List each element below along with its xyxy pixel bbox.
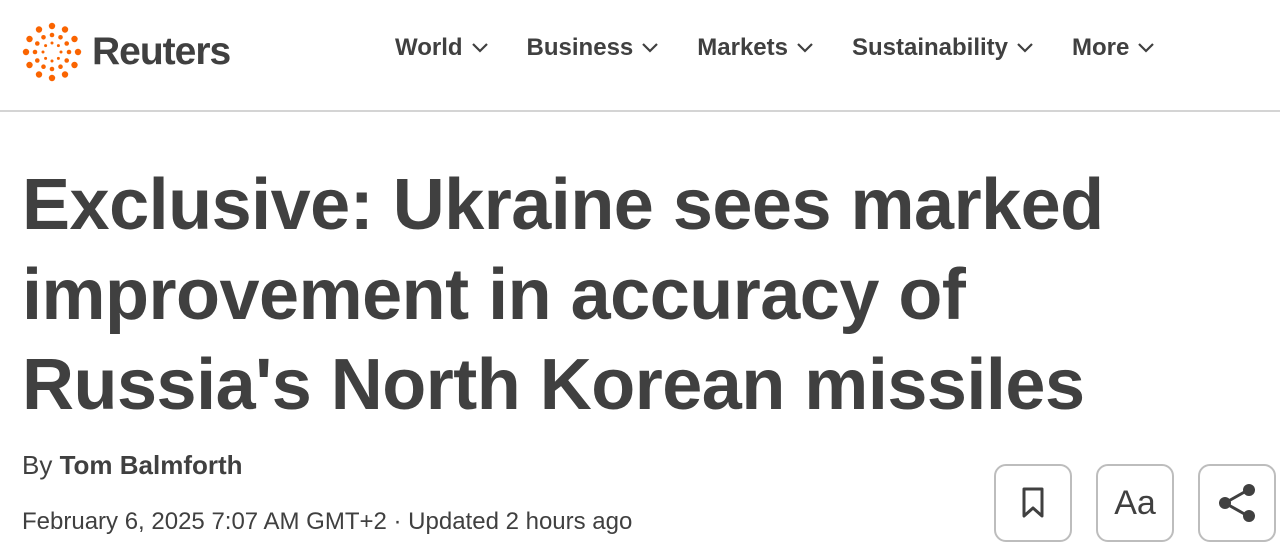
bookmark-icon [1022,487,1044,518]
share-button[interactable] [1198,464,1276,542]
bookmark-button[interactable] [994,464,1072,542]
author-link[interactable]: Tom Balmforth [60,450,243,480]
font-size-button[interactable]: Aa [1096,464,1174,542]
nav-item-label: Sustainability [851,34,1009,61]
main-nav: World Business Markets Sustainability Mo… [395,34,1193,62]
reuters-logo-icon [22,22,82,82]
nav-item-label: Markets [697,34,788,61]
site-header: Reuters World Business Markets Sustainab… [0,0,1280,112]
reuters-logo[interactable]: Reuters [22,21,231,83]
font-size-label: Aa [1114,483,1156,522]
nav-item-label: More [1072,34,1130,61]
chevron-down-icon [642,43,659,53]
nav-item-label: Business [526,34,634,61]
chevron-down-icon [797,43,813,53]
chevron-down-icon [471,43,488,53]
nav-item-world[interactable]: World [395,34,489,62]
chevron-down-icon [1138,43,1155,53]
nav-item-business[interactable]: Business [527,34,660,62]
byline-prefix: By [22,450,53,480]
nav-item-more[interactable]: More [1072,34,1155,62]
nav-item-label: World [395,34,463,61]
article-headline: Exclusive: Ukraine sees marked improveme… [22,165,1104,425]
brand-name: Reuters [92,30,231,73]
nav-item-sustainability[interactable]: Sustainability [852,34,1034,62]
nav-item-markets[interactable]: Markets [697,34,814,62]
publish-dateline: February 6, 2025 7:07 AM GMT+2 · Updated… [22,508,633,535]
byline: By Tom Balmforth [22,450,243,481]
share-icon [1219,484,1255,522]
chevron-down-icon [1017,43,1033,53]
